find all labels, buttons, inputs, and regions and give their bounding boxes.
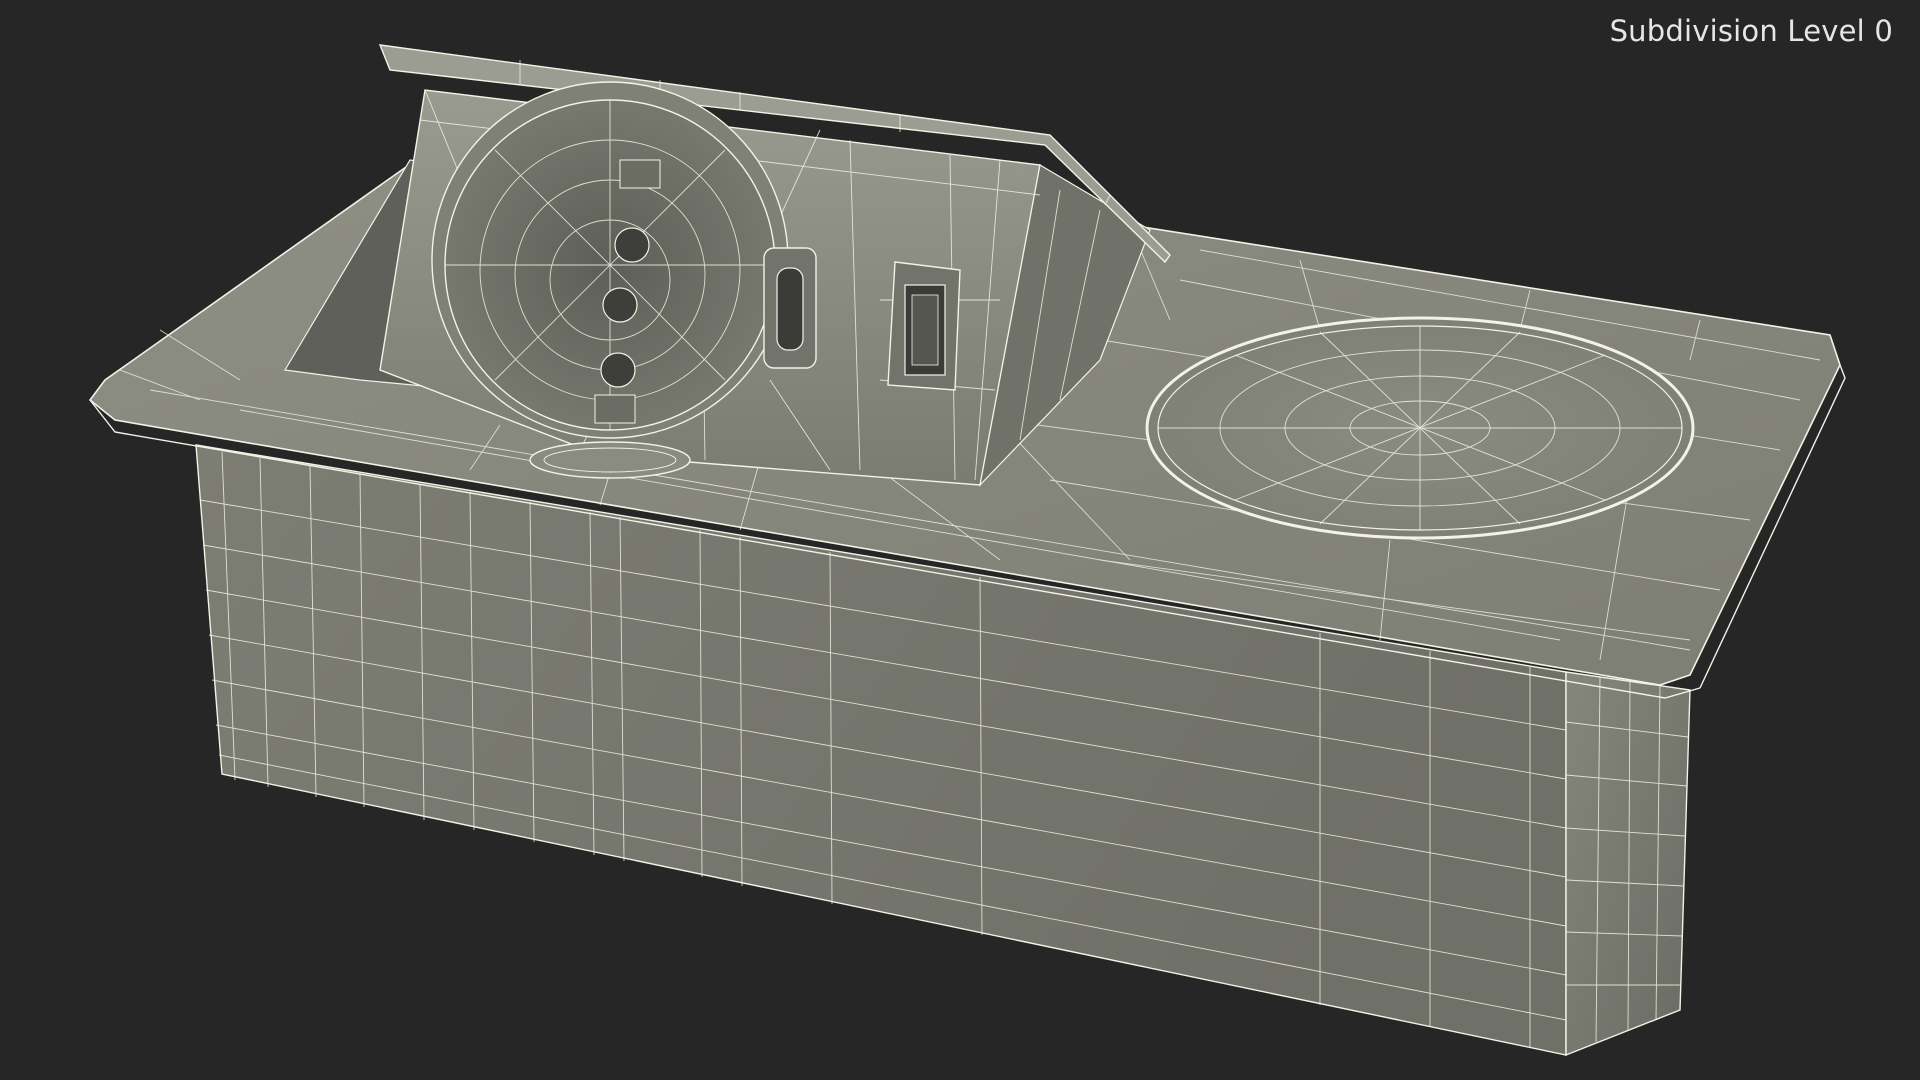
- housing-side-face: [1565, 671, 1691, 1057]
- wireless-charger-pad-icon: [1145, 316, 1695, 540]
- usb-a-port-icon: [887, 261, 961, 391]
- power-socket-icon: [431, 81, 789, 439]
- 3d-viewport[interactable]: Subdivision Level 0: [0, 0, 1920, 1080]
- subdivision-level-label: Subdivision Level 0: [1609, 14, 1893, 48]
- wireframe-render: [88, 44, 1846, 1057]
- usb-c-port-icon: [763, 247, 817, 369]
- release-button-icon: [529, 441, 691, 479]
